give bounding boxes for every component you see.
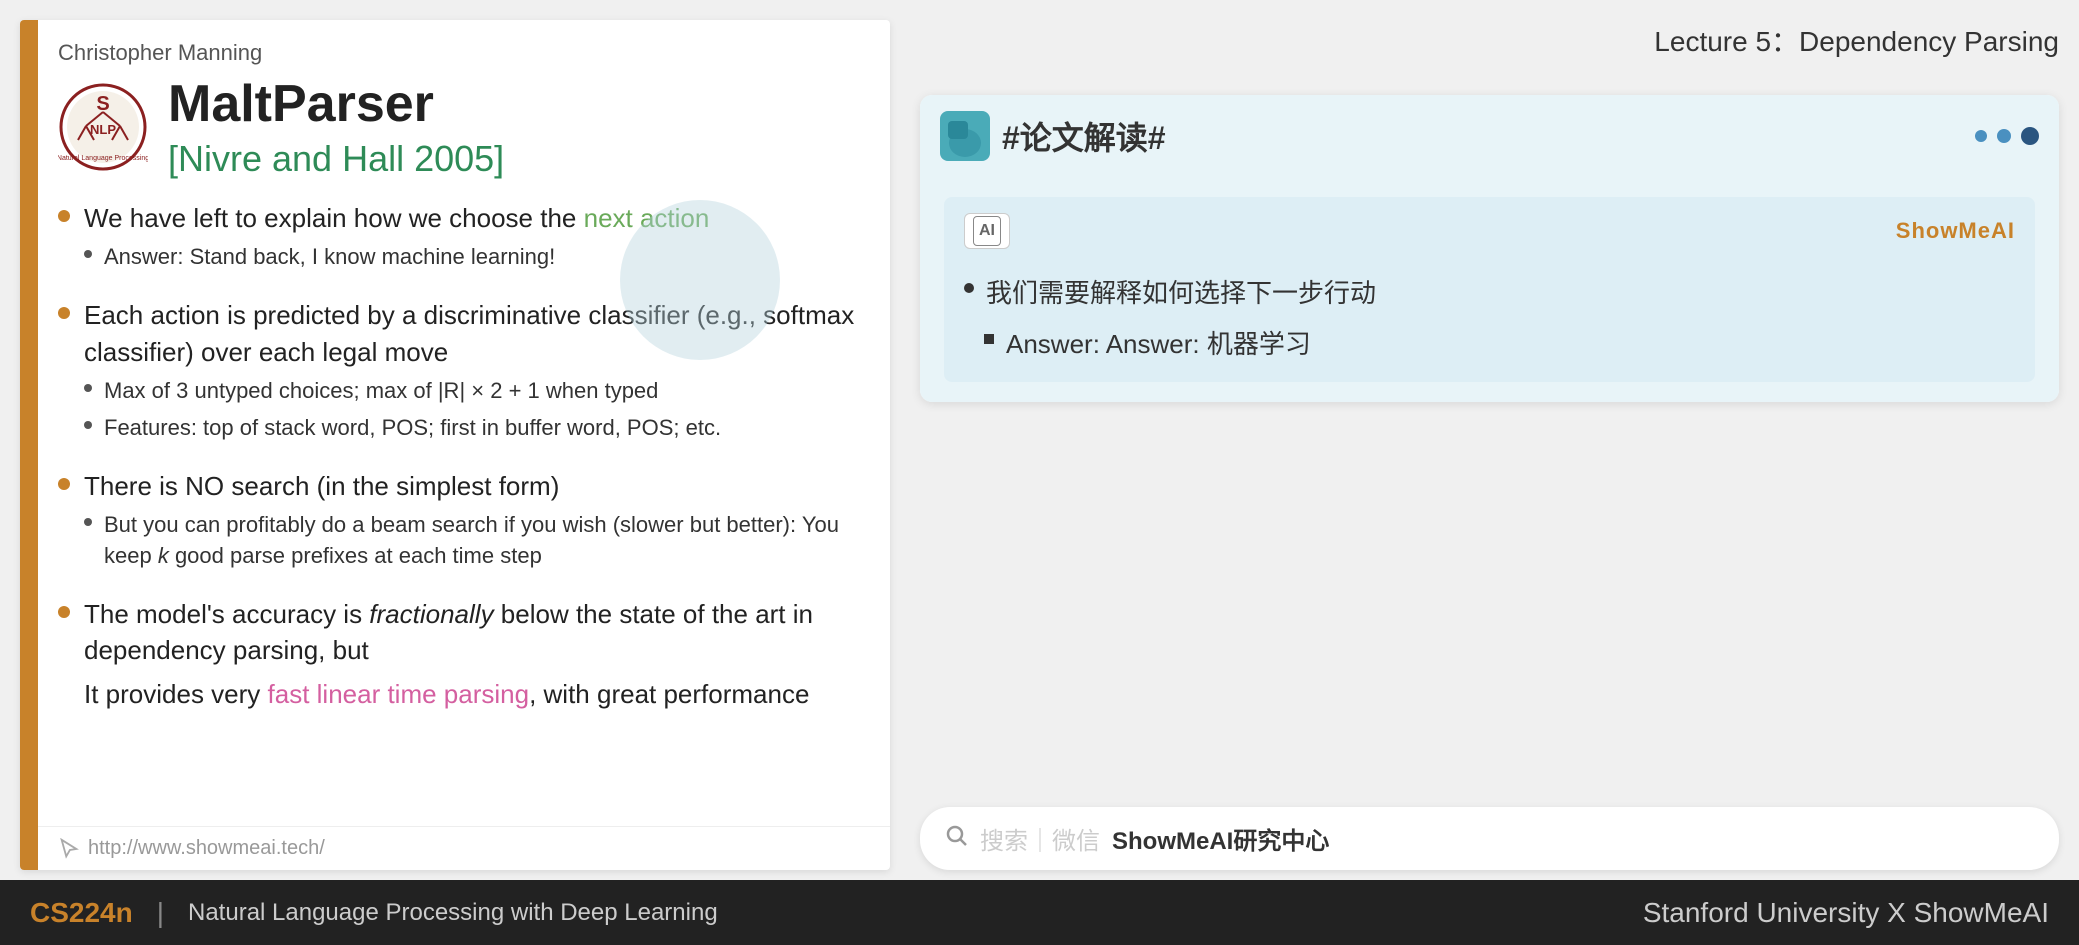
dot-large (2021, 127, 2039, 145)
annotation-bullet-1-text: 我们需要解释如何选择下一步行动 (986, 273, 1376, 315)
annotation-sub-dot-1 (984, 334, 994, 344)
footer-left: CS224n | Natural Language Processing wit… (30, 897, 718, 929)
annotation-card: #论文解读# AI (920, 95, 2059, 402)
sub-bullet-3-1-text: But you can profitably do a beam search … (104, 510, 860, 572)
annotation-meta-row: AI ShowMeAI (964, 213, 2015, 263)
bullet-4-line2: It provides very fast linear time parsin… (84, 676, 860, 712)
bullet-1-text: We have left to explain how we choose th… (84, 203, 584, 233)
sub-bullet-dot-1-1 (84, 250, 92, 258)
footer-cs224n: CS224n (30, 897, 133, 929)
bullet-dot-2 (58, 307, 70, 319)
svg-text:S: S (96, 93, 109, 115)
slide-panel: Christopher Manning S NLP (20, 20, 890, 870)
answer-text: Answer: 机器学习 (1106, 329, 1311, 359)
sub-bullet-2-1-text: Max of 3 untyped choices; max of |R| × 2… (104, 376, 658, 407)
footer-right: Stanford University X ShowMeAI (1643, 897, 2049, 929)
slide-header: S NLP Natural Language Processing MaltPa (58, 74, 860, 180)
bullet-dot-1 (58, 210, 70, 222)
svg-text:NLP: NLP (90, 122, 116, 137)
slide-footer: http://www.showmeai.tech/ (20, 826, 890, 870)
sub-bullet-1-1-text: Answer: Stand back, I know machine learn… (104, 242, 555, 273)
sub-bullets-2: Max of 3 untyped choices; max of |R| × 2… (84, 376, 860, 444)
slide-title-main: MaltParser (168, 74, 504, 134)
search-bar[interactable]: 搜索｜微信 ShowMeAI研究中心 (920, 807, 2059, 870)
annotation-bullet-1: 我们需要解释如何选择下一步行动 (964, 273, 2015, 315)
annotation-header: #论文解读# (920, 95, 2059, 177)
stanford-logo: S NLP Natural Language Processing (58, 82, 148, 172)
slide-author: Christopher Manning (58, 40, 860, 66)
dot-decoration (1975, 127, 2039, 145)
main-container: Christopher Manning S NLP (0, 0, 2079, 945)
sub-bullet-1-1: Answer: Stand back, I know machine learn… (84, 242, 709, 273)
svg-text:Natural Language Processing: Natural Language Processing (58, 155, 148, 162)
annotation-inner: AI ShowMeAI 我们需要解释如何选择下一步行动 (944, 197, 2035, 382)
annotation-icon-wrapper (940, 111, 990, 161)
dot-small (1975, 130, 1987, 142)
bullet-dot-4 (58, 606, 70, 618)
slide-orange-bar (20, 20, 38, 870)
annotation-bullet-dot-1 (964, 283, 974, 293)
sub-bullet-2-1: Max of 3 untyped choices; max of |R| × 2… (84, 376, 860, 407)
sub-bullet-dot-2-2 (84, 421, 92, 429)
bullet-1-content: We have left to explain how we choose th… (84, 200, 709, 279)
bullet-3-text: There is NO search (in the simplest form… (84, 471, 559, 501)
footer-right-text: Stanford University X ShowMeAI (1643, 897, 2049, 928)
footer-bar: CS224n | Natural Language Processing wit… (0, 880, 2079, 945)
annotation-title: #论文解读# (1002, 113, 1166, 159)
lecture-title: Lecture 5：Dependency Parsing (920, 10, 2059, 75)
sub-bullet-3-1: But you can profitably do a beam search … (84, 510, 860, 572)
sub-bullet-dot-3-1 (84, 518, 92, 526)
spacer (920, 422, 2059, 807)
content-area: Christopher Manning S NLP (0, 0, 2079, 880)
bullet-4-highlight: fast linear time parsing (268, 679, 530, 709)
slide-content: Christopher Manning S NLP (48, 20, 890, 826)
annotation-sub-bullet-1: Answer: Answer: 机器学习 (984, 324, 2015, 366)
annotation-sub-1-text: Answer: Answer: 机器学习 (1006, 324, 1311, 366)
sub-bullets-1: Answer: Stand back, I know machine learn… (84, 242, 709, 273)
sub-bullet-2-2-text: Features: top of stack word, POS; first … (104, 413, 721, 444)
footer-divider: | (157, 897, 164, 929)
footer-url[interactable]: http://www.showmeai.tech/ (88, 837, 325, 860)
sub-bullet-2-2: Features: top of stack word, POS; first … (84, 413, 860, 444)
slide-titles: MaltParser [Nivre and Hall 2005] (168, 74, 504, 180)
deco-circle (620, 200, 780, 360)
bullet-dot-3 (58, 478, 70, 490)
right-panel: Lecture 5：Dependency Parsing (910, 0, 2079, 880)
annotation-ai-badge: AI (964, 213, 1010, 249)
slide-title-sub: [Nivre and Hall 2005] (168, 138, 504, 180)
right-panel-inner: #论文解读# AI (920, 75, 2059, 422)
bullet-3: There is NO search (in the simplest form… (58, 468, 860, 578)
search-text: ShowMeAI研究中心 (1112, 821, 1329, 856)
bullet-4-content: The model's accuracy is fractionally bel… (84, 596, 860, 713)
footer-description: Natural Language Processing with Deep Le… (188, 899, 718, 927)
search-divider: 搜索｜微信 (980, 821, 1100, 856)
sub-bullets-3: But you can profitably do a beam search … (84, 510, 860, 572)
annotation-body: AI ShowMeAI 我们需要解释如何选择下一步行动 (920, 177, 2059, 402)
bullet-3-content: There is NO search (in the simplest form… (84, 468, 860, 578)
bullet-4-italic: fractionally (369, 599, 493, 629)
bullet-4: The model's accuracy is fractionally bel… (58, 596, 860, 713)
bullet-4-line1: The model's accuracy is fractionally bel… (84, 596, 860, 669)
search-icon (944, 823, 968, 854)
sub-bullet-dot-2-1 (84, 384, 92, 392)
cursor-icon (58, 838, 80, 860)
ai-badge-text: AI (973, 216, 1001, 246)
annotation-showmeai: ShowMeAI (1896, 213, 2015, 248)
annotation-icon-svg (940, 111, 990, 161)
dot-medium (1997, 129, 2011, 143)
